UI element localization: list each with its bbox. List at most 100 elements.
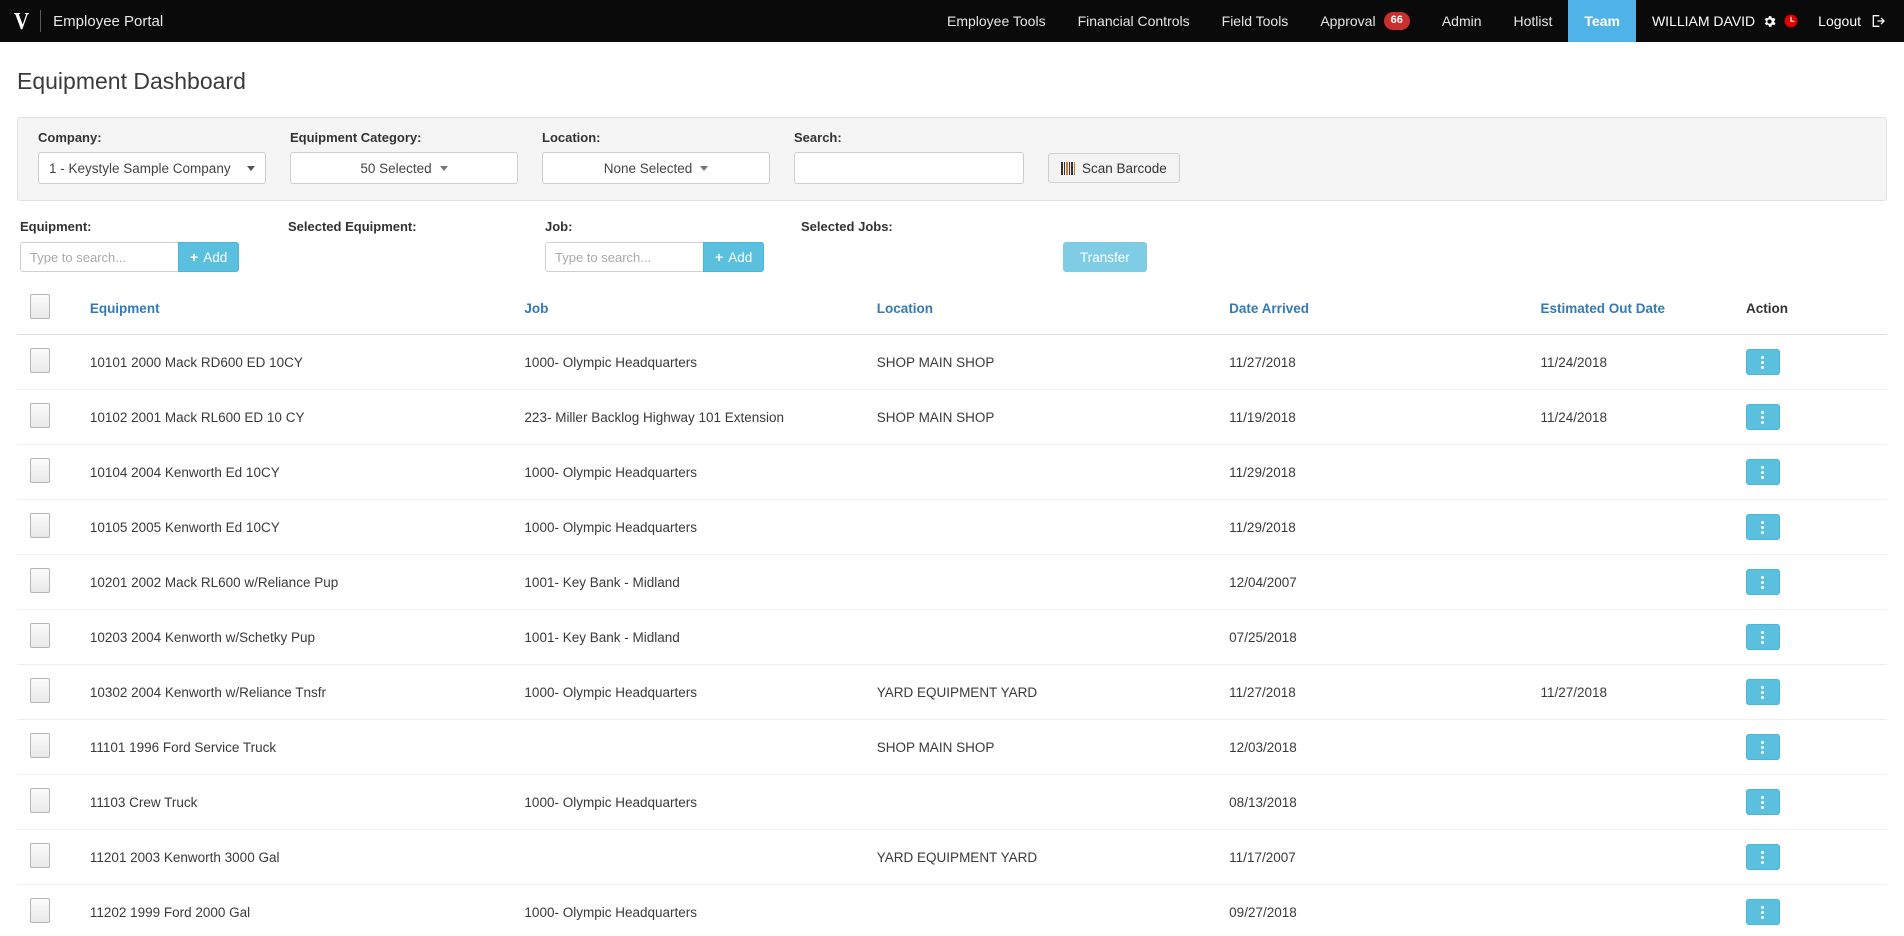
row-actions-menu-button[interactable] xyxy=(1745,789,1780,815)
plus-icon: + xyxy=(190,249,199,265)
row-checkbox[interactable] xyxy=(30,458,50,483)
user-menu[interactable]: WILLIAM DAVID xyxy=(1636,0,1808,42)
kebab-dot-icon xyxy=(1761,695,1765,699)
kebab-dot-icon xyxy=(1761,415,1765,419)
brand-divider xyxy=(40,10,42,32)
select-all-checkbox[interactable] xyxy=(30,294,50,319)
cell-location xyxy=(876,884,1230,936)
kebab-dot-icon xyxy=(1761,750,1765,754)
cell-equipment: 10201 2002 Mack RL600 w/Reliance Pup xyxy=(89,554,525,610)
equipment-table-wrapper: Equipment Job Location Date Arrived Esti… xyxy=(17,272,1887,936)
row-checkbox[interactable] xyxy=(30,623,50,648)
brand[interactable]: V Employee Portal xyxy=(0,0,173,42)
cell-equipment: 10102 2001 Mack RL600 ED 10 CY xyxy=(89,389,525,445)
location-multiselect[interactable]: None Selected xyxy=(542,152,770,184)
cell-location: YARD EQUIPMENT YARD xyxy=(876,664,1230,720)
header-estimated-out-date[interactable]: Estimated Out Date xyxy=(1540,288,1746,335)
cell-job: 1000- Olympic Headquarters xyxy=(524,664,877,720)
nav-item-approval[interactable]: Approval 66 xyxy=(1304,0,1426,42)
selected-jobs-list xyxy=(801,242,1063,272)
kebab-dot-icon xyxy=(1761,855,1765,859)
cell-estimated-out-date xyxy=(1540,499,1746,555)
row-checkbox[interactable] xyxy=(30,788,50,813)
row-actions-menu-button[interactable] xyxy=(1745,404,1780,430)
nav-item-hotlist[interactable]: Hotlist xyxy=(1498,0,1569,42)
chevron-down-icon xyxy=(247,165,255,171)
scan-barcode-button[interactable]: Scan Barcode xyxy=(1048,153,1180,183)
row-actions-menu-button[interactable] xyxy=(1745,734,1780,760)
nav-items: Employee Tools Financial Controls Field … xyxy=(931,0,1636,42)
row-checkbox[interactable] xyxy=(30,678,50,703)
row-checkbox[interactable] xyxy=(30,898,50,923)
row-actions-menu-button[interactable] xyxy=(1745,569,1780,595)
kebab-dot-icon xyxy=(1761,630,1765,634)
nav-item-admin[interactable]: Admin xyxy=(1426,0,1498,42)
row-select-cell xyxy=(17,554,90,610)
row-checkbox[interactable] xyxy=(30,403,50,428)
header-location[interactable]: Location xyxy=(876,288,1230,335)
row-select-cell xyxy=(17,884,90,936)
search-input[interactable] xyxy=(805,159,1013,177)
clock-icon[interactable] xyxy=(1784,14,1798,28)
logout-button[interactable]: Logout xyxy=(1808,0,1904,42)
row-actions-menu-button[interactable] xyxy=(1745,679,1780,705)
transfer-button[interactable]: Transfer xyxy=(1063,242,1147,272)
cell-date-arrived: 11/27/2018 xyxy=(1229,334,1541,390)
equipment-table-head: Equipment Job Location Date Arrived Esti… xyxy=(17,288,1887,335)
header-job[interactable]: Job xyxy=(524,288,877,335)
nav-item-label: Admin xyxy=(1441,13,1482,29)
nav-item-team[interactable]: Team xyxy=(1568,0,1636,42)
gear-icon[interactable] xyxy=(1762,14,1777,29)
logout-label: Logout xyxy=(1818,13,1861,29)
kebab-dot-icon xyxy=(1761,410,1765,414)
location-filter-group: Location: None Selected xyxy=(542,130,794,184)
cell-equipment: 10203 2004 Kenworth w/Schetky Pup xyxy=(89,609,525,665)
kebab-dot-icon xyxy=(1761,690,1765,694)
search-filter-group: Search: xyxy=(794,130,1048,184)
logout-icon xyxy=(1870,13,1886,29)
kebab-dot-icon xyxy=(1761,465,1765,469)
row-actions-menu-button[interactable] xyxy=(1745,459,1780,485)
header-date-arrived[interactable]: Date Arrived xyxy=(1229,288,1541,335)
row-checkbox[interactable] xyxy=(30,843,50,868)
table-row: 11202 1999 Ford 2000 Gal 1000- Olympic He… xyxy=(17,884,1887,936)
row-actions-menu-button[interactable] xyxy=(1745,514,1780,540)
row-actions-menu-button[interactable] xyxy=(1745,844,1780,870)
nav-item-label: Employee Tools xyxy=(947,13,1046,29)
row-checkbox[interactable] xyxy=(30,348,50,373)
equipment-search-input[interactable] xyxy=(20,242,178,272)
cell-equipment: 11101 1996 Ford Service Truck xyxy=(89,719,525,775)
cell-equipment: 11103 Crew Truck xyxy=(89,774,525,830)
cell-estimated-out-date xyxy=(1540,609,1746,665)
kebab-dot-icon xyxy=(1761,805,1765,809)
table-header-row: Equipment Job Location Date Arrived Esti… xyxy=(17,288,1887,335)
row-select-cell xyxy=(17,334,90,390)
company-select[interactable]: 1 - Keystyle Sample Company xyxy=(38,152,266,184)
cell-date-arrived: 12/04/2007 xyxy=(1229,554,1541,610)
nav-item-label: Field Tools xyxy=(1221,13,1289,29)
header-equipment[interactable]: Equipment xyxy=(89,288,525,335)
nav-item-field-tools[interactable]: Field Tools xyxy=(1206,0,1305,42)
table-row: 11103 Crew Truck 1000- Olympic Headquarte… xyxy=(17,774,1887,830)
cell-date-arrived: 11/29/2018 xyxy=(1229,444,1541,500)
row-actions-menu-button[interactable] xyxy=(1745,899,1780,925)
cell-equipment: 10101 2000 Mack RD600 ED 10CY xyxy=(89,334,525,390)
equipment-add-button[interactable]: + Add xyxy=(178,242,240,272)
cell-action xyxy=(1745,664,1887,720)
kebab-dot-icon xyxy=(1761,635,1765,639)
kebab-dot-icon xyxy=(1761,685,1765,689)
cell-job: 1000- Olympic Headquarters xyxy=(524,884,877,936)
row-actions-menu-button[interactable] xyxy=(1745,624,1780,650)
nav-item-employee-tools[interactable]: Employee Tools xyxy=(931,0,1062,42)
nav-item-label: Team xyxy=(1584,13,1620,29)
job-add-button[interactable]: + Add xyxy=(703,242,765,272)
row-checkbox[interactable] xyxy=(30,513,50,538)
equipment-add-label: Add xyxy=(203,249,228,265)
job-search-input[interactable] xyxy=(545,242,703,272)
equipment-category-multiselect[interactable]: 50 Selected xyxy=(290,152,518,184)
row-actions-menu-button[interactable] xyxy=(1745,349,1780,375)
row-checkbox[interactable] xyxy=(30,568,50,593)
nav-item-financial-controls[interactable]: Financial Controls xyxy=(1062,0,1206,42)
table-row: 11101 1996 Ford Service Truck SHOP MAIN S… xyxy=(17,719,1887,775)
row-checkbox[interactable] xyxy=(30,733,50,758)
